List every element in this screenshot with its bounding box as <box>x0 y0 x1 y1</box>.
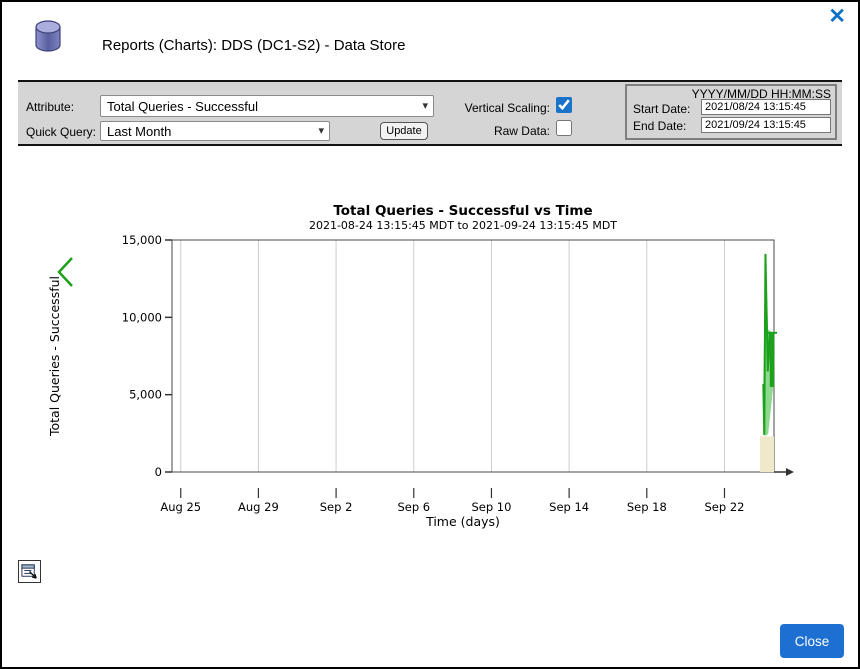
svg-text:Sep 6: Sep 6 <box>397 500 430 514</box>
vertical-scaling-label: Vertical Scaling: <box>386 101 550 115</box>
svg-text:Total Queries - Successful vs: Total Queries - Successful vs Time <box>333 203 592 219</box>
chart-controls-toolbar: Attribute: Total Queries - Successful ▾ … <box>18 80 842 146</box>
start-date-input[interactable] <box>701 99 831 115</box>
svg-text:Sep 10: Sep 10 <box>471 500 511 514</box>
start-date-label: Start Date: <box>633 102 690 116</box>
export-report-button[interactable] <box>18 560 41 583</box>
attribute-select[interactable]: Total Queries - Successful ▾ <box>100 95 434 117</box>
raw-data-checkbox[interactable] <box>556 120 572 136</box>
svg-text:2021-08-24 13:15:45 MDT to 202: 2021-08-24 13:15:45 MDT to 2021-09-24 13… <box>309 219 617 232</box>
svg-text:Sep 2: Sep 2 <box>320 500 353 514</box>
svg-text:Aug 25: Aug 25 <box>160 500 201 514</box>
attribute-label: Attribute: <box>26 100 74 114</box>
svg-text:10,000: 10,000 <box>122 310 162 324</box>
svg-text:Sep 14: Sep 14 <box>549 500 589 514</box>
close-button[interactable]: Close <box>780 624 844 658</box>
close-x-icon[interactable]: ✕ <box>828 6 846 27</box>
export-report-icon <box>20 562 39 581</box>
svg-text:15,000: 15,000 <box>122 233 162 247</box>
date-range-panel: YYYY/MM/DD HH:MM:SS Start Date: End Date… <box>625 84 837 140</box>
svg-text:Time (days): Time (days) <box>425 514 500 529</box>
quick-query-select[interactable]: Last Month ▾ <box>100 121 330 141</box>
end-date-label: End Date: <box>633 119 686 133</box>
end-date-input[interactable] <box>701 117 831 133</box>
quick-query-select-value: Last Month <box>107 124 171 139</box>
svg-text:0: 0 <box>155 465 162 479</box>
svg-text:Total Queries - Successful: Total Queries - Successful <box>47 276 62 437</box>
svg-text:5,000: 5,000 <box>129 388 162 402</box>
attribute-select-value: Total Queries - Successful <box>107 99 258 114</box>
svg-text:Sep 18: Sep 18 <box>627 500 667 514</box>
raw-data-label: Raw Data: <box>386 124 550 138</box>
svg-text:Aug 29: Aug 29 <box>238 500 279 514</box>
reports-chart-dialog: Total Queries - Successful vs Time2021-0… <box>0 0 860 669</box>
dialog-title: Reports (Charts): DDS (DC1-S2) - Data St… <box>102 37 405 54</box>
chevron-down-icon: ▾ <box>318 124 324 137</box>
database-icon <box>26 18 70 61</box>
svg-text:Sep 22: Sep 22 <box>704 500 744 514</box>
quick-query-label: Quick Query: <box>26 125 96 139</box>
vertical-scaling-checkbox[interactable] <box>556 97 572 113</box>
